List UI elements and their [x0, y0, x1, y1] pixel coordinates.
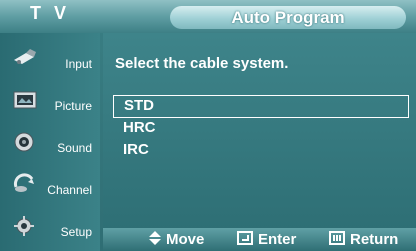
content-panel: Select the cable system. STD HRC IRC: [103, 33, 416, 230]
setup-icon: [12, 215, 38, 237]
header-bar: T V Auto Program: [0, 0, 416, 33]
updown-arrow-icon: [149, 231, 161, 249]
enter-label: Enter: [258, 231, 297, 248]
input-icon: [12, 47, 38, 69]
sidebar-item-picture[interactable]: Picture: [0, 83, 100, 123]
footer-bar: Move Enter Return: [103, 228, 416, 251]
sidebar-item-setup[interactable]: Setup: [0, 209, 100, 249]
return-icon: [329, 231, 345, 249]
sidebar-item-label: Input: [65, 57, 92, 71]
option-hrc[interactable]: HRC: [113, 118, 409, 138]
sidebar-item-label: Channel: [47, 183, 92, 197]
channel-icon: [12, 173, 38, 195]
sound-icon: [12, 131, 38, 153]
move-label: Move: [166, 231, 205, 248]
sidebar-item-label: Setup: [60, 225, 92, 239]
menu-title: T V: [29, 3, 70, 23]
sidebar-item-input[interactable]: Input: [0, 41, 100, 81]
page-title: Auto Program: [170, 6, 406, 29]
sidebar-item-label: Sound: [57, 141, 92, 155]
enter-icon: [237, 231, 253, 249]
sidebar-item-channel[interactable]: Channel: [0, 167, 100, 207]
option-irc[interactable]: IRC: [113, 140, 409, 160]
instruction-text: Select the cable system.: [115, 55, 289, 72]
enter-hint: Enter: [237, 231, 296, 249]
sidebar-item-label: Picture: [54, 99, 92, 113]
sidebar: Input Picture Sound Channel Setup: [0, 33, 100, 251]
move-hint: Move: [149, 231, 204, 249]
return-hint: Return: [329, 231, 398, 249]
option-std[interactable]: STD: [113, 95, 409, 118]
picture-icon: [12, 89, 38, 111]
return-label: Return: [350, 231, 399, 248]
tv-osd-menu: T V Auto Program Input Picture Sound Cha…: [0, 0, 416, 251]
sidebar-item-sound[interactable]: Sound: [0, 125, 100, 165]
